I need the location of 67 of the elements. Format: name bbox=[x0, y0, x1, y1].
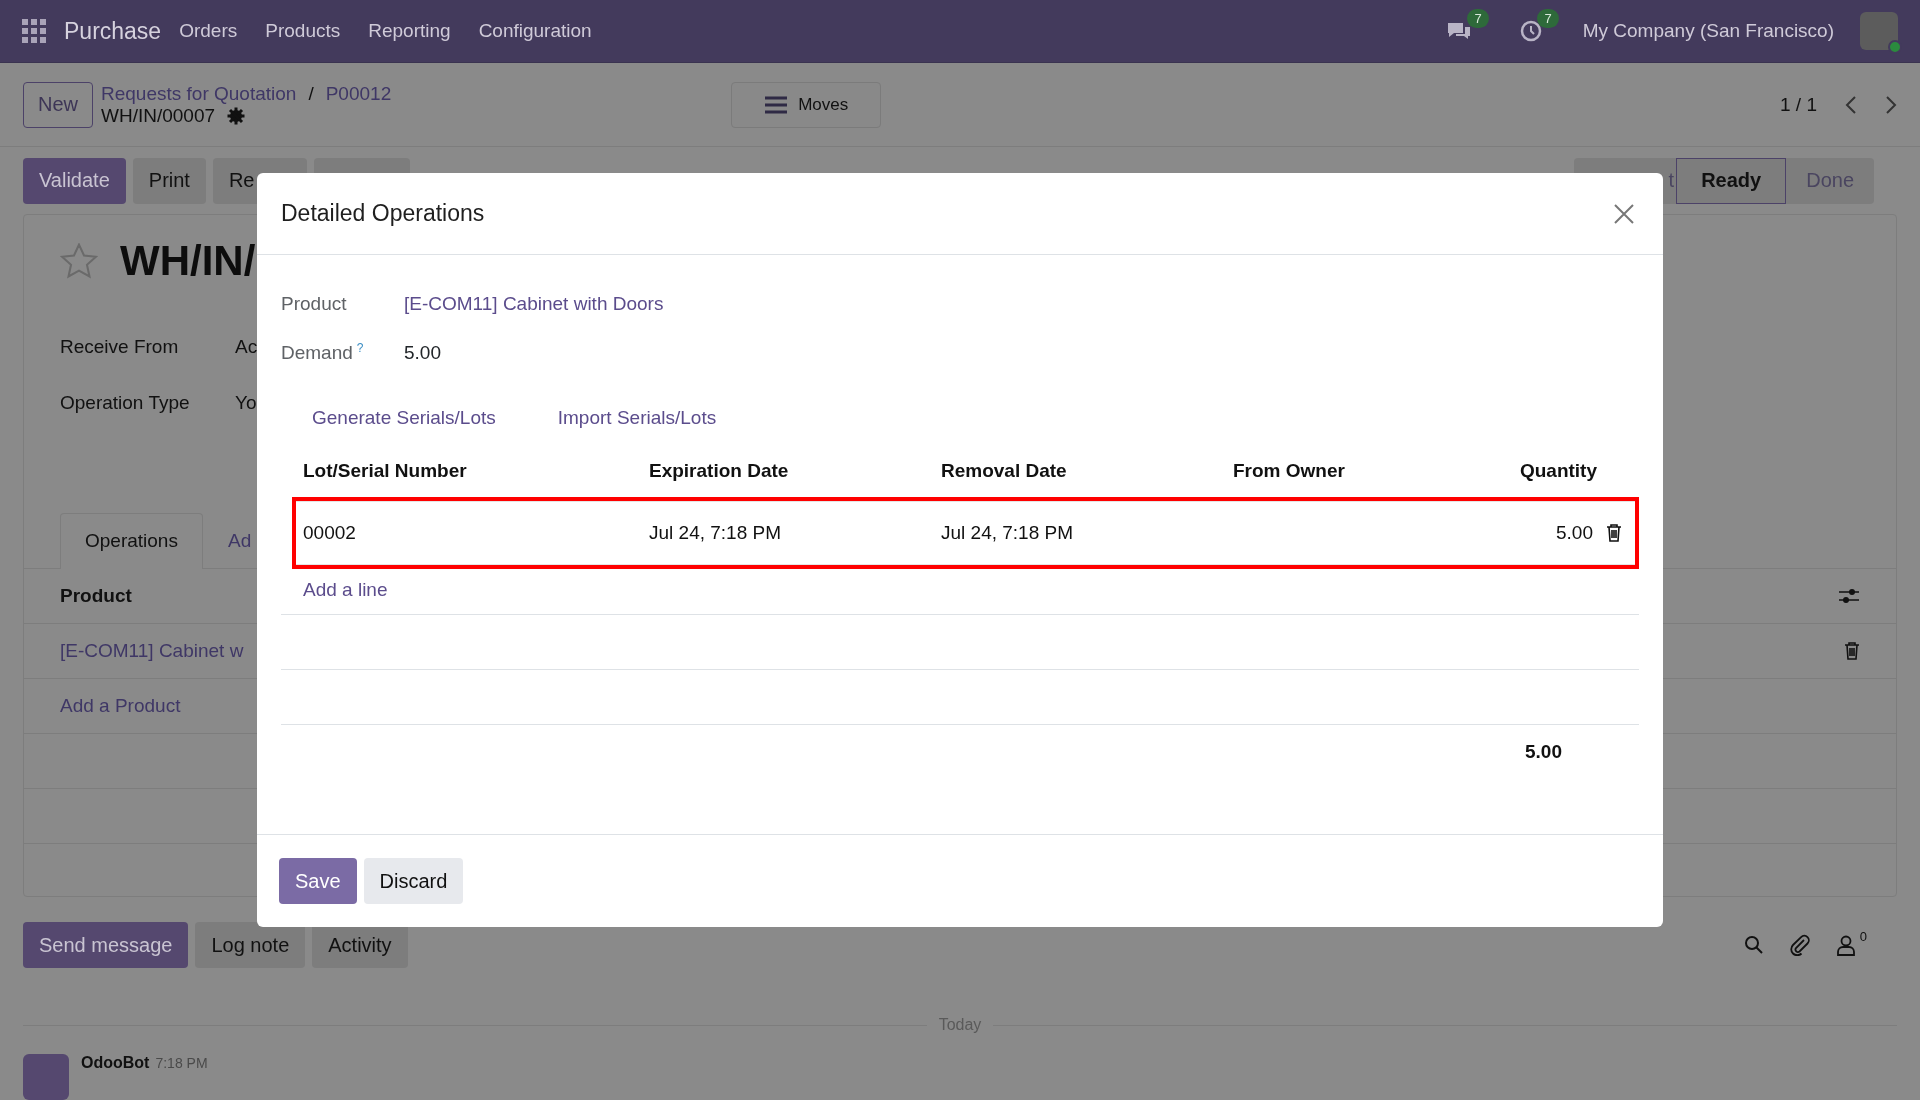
column-header[interactable]: Removal Date bbox=[941, 460, 1233, 482]
field-label: Demand bbox=[281, 342, 353, 364]
form-tab[interactable]: Operations bbox=[60, 512, 203, 569]
message-author[interactable]: OdooBot bbox=[81, 1054, 150, 1071]
clock-icon[interactable] bbox=[1518, 19, 1543, 44]
record-name: WH/IN/00007 bbox=[101, 104, 216, 127]
lot-row[interactable]: 00002 Jul 24, 7:18 PM Jul 24, 7:18 PM 5.00 bbox=[296, 501, 1635, 565]
menu-icon bbox=[764, 94, 789, 115]
user-avatar[interactable] bbox=[1860, 12, 1898, 51]
next-icon[interactable] bbox=[1885, 94, 1897, 115]
table-cell-text: Jul 24, 7:18 PM bbox=[941, 522, 1075, 544]
status-stage[interactable]: Ready bbox=[1676, 157, 1787, 204]
breadcrumb-separator: / bbox=[308, 82, 314, 105]
new-button[interactable]: New bbox=[23, 81, 93, 128]
table-cell-text: 5.00 bbox=[1555, 522, 1593, 544]
column-header[interactable]: From Owner bbox=[1233, 460, 1499, 482]
add-product-link[interactable]: Add a Product bbox=[60, 694, 181, 717]
import-lots-link[interactable]: Import Serials/Lots bbox=[557, 407, 717, 429]
activity-count-badge: 7 bbox=[1537, 9, 1559, 29]
action-button[interactable]: Print bbox=[132, 157, 206, 204]
field-label: Receive From bbox=[60, 335, 180, 358]
apps-menu-icon[interactable] bbox=[22, 19, 46, 44]
trash-icon[interactable] bbox=[1606, 524, 1622, 542]
table-cell-text: 00002 bbox=[303, 522, 357, 544]
bot-avatar bbox=[23, 1054, 69, 1100]
app-name[interactable]: Purchase bbox=[64, 17, 162, 45]
save-button[interactable]: Save bbox=[279, 858, 357, 904]
record-title: WH/IN/ bbox=[120, 236, 256, 285]
moves-button[interactable]: Moves bbox=[731, 81, 882, 128]
column-header: Product bbox=[60, 584, 132, 607]
sliders-icon[interactable] bbox=[1838, 586, 1860, 605]
column-header[interactable]: Quantity bbox=[1499, 460, 1597, 482]
discard-button[interactable]: Discard bbox=[363, 858, 464, 904]
previous-icon[interactable] bbox=[1845, 94, 1857, 115]
column-header[interactable]: Expiration Date bbox=[649, 460, 941, 482]
person-icon[interactable] bbox=[1835, 934, 1856, 956]
menu-item[interactable]: Reporting bbox=[368, 20, 451, 43]
product-link[interactable]: [E-COM11] Cabinet w bbox=[60, 639, 244, 662]
company-name[interactable]: My Company (San Francisco) bbox=[1582, 20, 1834, 43]
add-line-link[interactable]: Add a line bbox=[303, 578, 388, 601]
validate-button[interactable]: Validate bbox=[23, 157, 126, 204]
search-icon[interactable] bbox=[1743, 935, 1764, 955]
star-icon[interactable] bbox=[60, 242, 98, 279]
menu-item[interactable]: Orders bbox=[179, 20, 238, 43]
table-cell-text: Jul 24, 7:18 PM bbox=[649, 522, 783, 544]
field-label: Operation Type bbox=[60, 391, 191, 414]
quantity-total: 5.00 bbox=[1525, 741, 1562, 763]
field-value[interactable]: Yo bbox=[235, 391, 257, 414]
product-link[interactable]: [E-COM11] Cabinet with Doors bbox=[404, 292, 664, 315]
log-note-button[interactable]: Log note bbox=[195, 922, 306, 968]
menu-item[interactable]: Products bbox=[265, 20, 341, 43]
pager-value[interactable]: 1 / 1 bbox=[1780, 93, 1817, 116]
paperclip-icon[interactable] bbox=[1789, 934, 1810, 956]
send-message-button[interactable]: Send message bbox=[23, 922, 189, 968]
menu-item[interactable]: Configuration bbox=[478, 20, 592, 43]
field-value[interactable]: Ac bbox=[235, 335, 258, 358]
breadcrumb-link[interactable]: Requests for Quotation bbox=[101, 82, 297, 105]
demand-value: 5.00 bbox=[404, 341, 441, 364]
breadcrumb-link[interactable]: P00012 bbox=[325, 82, 392, 105]
generate-lots-link[interactable]: Generate Serials/Lots bbox=[312, 407, 496, 429]
dialog-title: Detailed Operations bbox=[281, 200, 485, 227]
follower-count: 0 bbox=[1859, 928, 1867, 944]
message-time: 7:18 PM bbox=[155, 1055, 208, 1071]
help-tooltip-mark[interactable]: ? bbox=[356, 340, 364, 355]
message-count-badge: 7 bbox=[1467, 9, 1489, 29]
column-header[interactable]: Lot/Serial Number bbox=[303, 460, 649, 482]
field-label: Product bbox=[281, 292, 348, 315]
